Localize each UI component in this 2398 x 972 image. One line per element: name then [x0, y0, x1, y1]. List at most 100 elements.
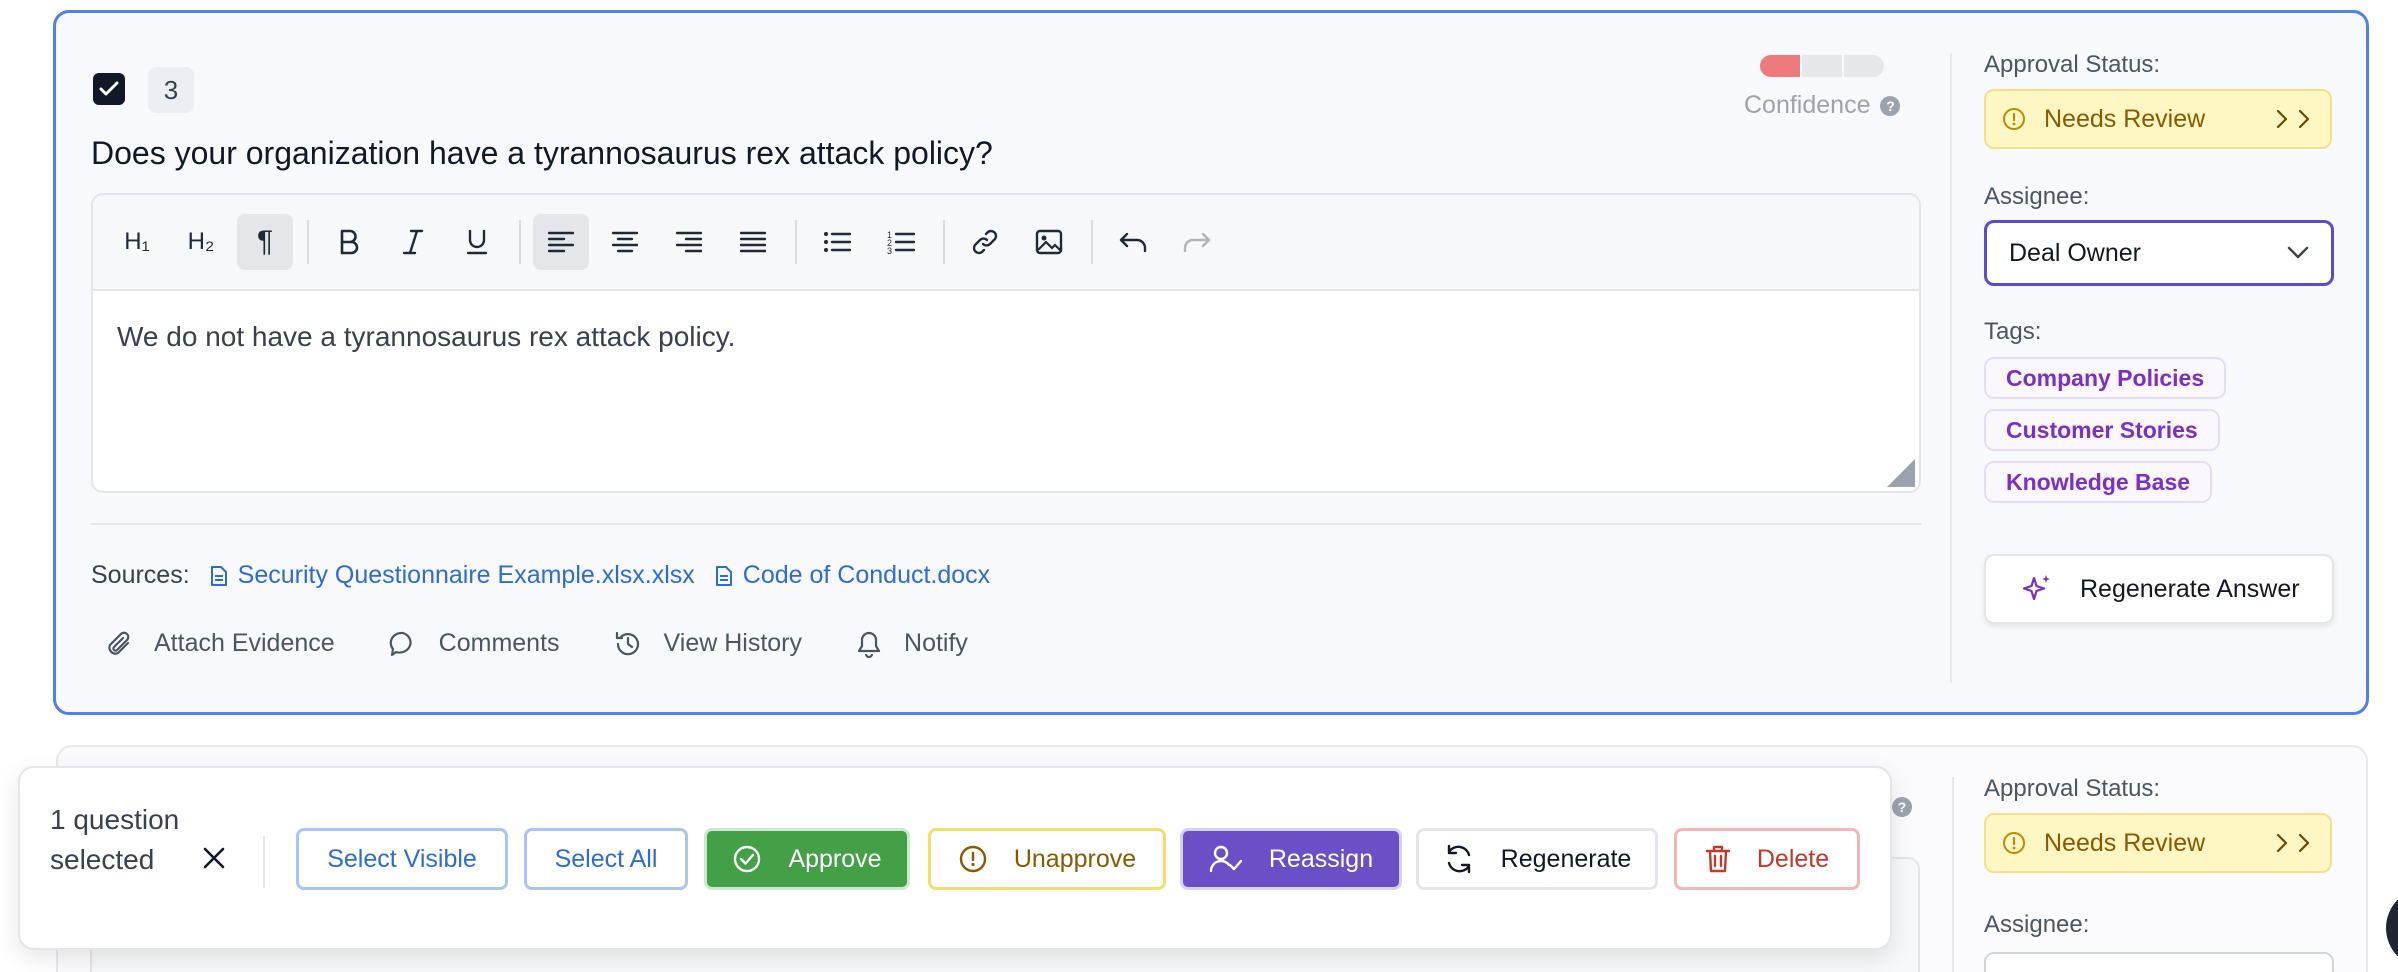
regenerate-answer-label: Regenerate Answer — [2080, 574, 2300, 603]
sidebar-divider — [1950, 53, 1952, 683]
link-icon — [972, 229, 998, 255]
double-chevron-right-icon — [2276, 833, 2310, 853]
alert-circle-icon — [2003, 832, 2025, 854]
floating-widget[interactable] — [2386, 888, 2398, 968]
heading1-icon: H₁ — [124, 228, 150, 255]
heading2-icon: H₂ — [187, 228, 215, 255]
regenerate-button[interactable]: Regenerate — [1416, 828, 1658, 890]
resize-handle[interactable] — [1887, 459, 1915, 487]
editor-toolbar: H₁ H₂ ¶ 1 2 3 — [93, 195, 1919, 291]
notify-label: Notify — [904, 629, 968, 657]
alert-circle-icon — [959, 845, 987, 873]
align-right-button[interactable] — [661, 214, 717, 270]
bold-icon — [340, 229, 359, 255]
double-chevron-right-icon — [2276, 109, 2310, 129]
align-center-icon — [612, 231, 638, 253]
link-button[interactable] — [957, 214, 1013, 270]
align-justify-button[interactable] — [725, 214, 781, 270]
align-center-button[interactable] — [597, 214, 653, 270]
heading2-button[interactable]: H₂ — [173, 214, 229, 270]
align-right-icon — [676, 231, 702, 253]
help-icon[interactable]: ? — [1892, 797, 1912, 817]
approval-status-pill[interactable]: Needs Review — [1984, 89, 2332, 149]
approval-status-value: Needs Review — [2044, 104, 2206, 133]
help-icon[interactable]: ? — [1880, 95, 1901, 116]
assignee-label-text: Assignee: — [1984, 183, 2090, 210]
undo-icon — [1119, 232, 1147, 253]
history-icon — [615, 631, 639, 655]
source-name: Security Questionnaire Example.xlsx.xlsx — [237, 561, 695, 589]
approve-label: Approve — [788, 844, 882, 873]
approval-status-pill[interactable]: Needs Review — [1984, 813, 2332, 873]
assignee-select[interactable] — [1984, 952, 2334, 972]
confidence-meter — [1760, 55, 1884, 77]
tag-item[interactable]: Customer Stories — [1984, 409, 2220, 451]
tag-label: Company Policies — [1984, 357, 2227, 399]
source-link[interactable]: Security Questionnaire Example.xlsx.xlsx — [210, 561, 695, 590]
redo-icon — [1183, 232, 1211, 253]
attach-evidence-button[interactable]: Attach Evidence — [106, 629, 335, 658]
assignee-label-text: Assignee: — [1984, 911, 2090, 938]
approval-label-text: Approval Status: — [1984, 51, 2161, 78]
toolbar-divider — [1091, 220, 1093, 264]
align-left-icon — [548, 231, 574, 253]
sources-label: Sources: — [91, 561, 190, 589]
sidebar-divider — [1952, 777, 1954, 972]
image-button[interactable] — [1021, 214, 1077, 270]
assignee-select[interactable]: Deal Owner — [1984, 220, 2334, 286]
align-justify-icon — [740, 231, 766, 253]
unapprove-label: Unapprove — [1013, 844, 1137, 873]
toolbar-divider — [795, 220, 797, 264]
source-link[interactable]: Code of Conduct.docx — [715, 561, 990, 590]
refresh-icon — [1447, 844, 1470, 874]
selection-count: 1 question selected — [50, 804, 180, 875]
regenerate-answer-button[interactable]: Regenerate Answer — [1984, 554, 2334, 624]
delete-button[interactable]: Delete — [1674, 828, 1860, 890]
trash-icon — [1705, 845, 1731, 873]
undo-button[interactable] — [1105, 214, 1161, 270]
paragraph-button[interactable]: ¶ — [237, 214, 293, 270]
sources-row: Sources: Security Questionnaire Example.… — [91, 561, 990, 590]
tags-label-text: Tags: — [1984, 318, 2042, 345]
tags-label: Tags: — [1984, 318, 2041, 346]
tag-label: Customer Stories — [1984, 409, 2220, 451]
select-visible-button[interactable]: Select Visible — [296, 828, 508, 890]
reassign-button[interactable]: Reassign — [1180, 828, 1402, 890]
select-all-button[interactable]: Select All — [524, 828, 688, 890]
sparkle-icon — [2022, 575, 2050, 601]
document-icon — [210, 565, 227, 586]
align-left-button[interactable] — [533, 214, 589, 270]
question-checkbox[interactable] — [93, 73, 125, 105]
tag-label: Knowledge Base — [1984, 461, 2213, 503]
delete-label: Delete — [1756, 844, 1830, 873]
italic-icon — [402, 229, 424, 255]
heading1-button[interactable]: H₁ — [109, 214, 165, 270]
numbered-list-button[interactable]: 123 — [873, 214, 929, 270]
view-history-button[interactable]: View History — [614, 629, 802, 658]
answer-text[interactable]: We do not have a tyrannosaurus rex attac… — [93, 291, 1919, 383]
select-visible-label: Select Visible — [327, 844, 477, 873]
tag-item[interactable]: Knowledge Base — [1984, 461, 2213, 503]
underline-button[interactable] — [449, 214, 505, 270]
underline-icon — [466, 229, 488, 255]
bold-button[interactable] — [321, 214, 377, 270]
tag-item[interactable]: Company Policies — [1984, 357, 2227, 399]
clear-selection-button[interactable] — [202, 846, 226, 870]
italic-button[interactable] — [385, 214, 441, 270]
attach-evidence-label: Attach Evidence — [154, 629, 335, 657]
source-name: Code of Conduct.docx — [742, 561, 991, 589]
assignee-value: Deal Owner — [2009, 238, 2141, 267]
approve-button[interactable]: Approve — [704, 828, 910, 890]
paragraph-icon: ¶ — [256, 225, 274, 258]
notify-button[interactable]: Notify — [856, 629, 968, 658]
unapprove-button[interactable]: Unapprove — [928, 828, 1166, 890]
paperclip-icon — [108, 631, 130, 655]
approval-status-label: Approval Status: — [1984, 51, 2160, 79]
confidence-text: Confidence — [1744, 91, 1871, 119]
comments-button[interactable]: Comments — [389, 629, 560, 658]
bullet-list-button[interactable] — [809, 214, 865, 270]
redo-button[interactable] — [1169, 214, 1225, 270]
approval-label-text: Approval Status: — [1984, 775, 2161, 802]
toolbar-divider — [943, 220, 945, 264]
toolbar-divider — [307, 220, 309, 264]
